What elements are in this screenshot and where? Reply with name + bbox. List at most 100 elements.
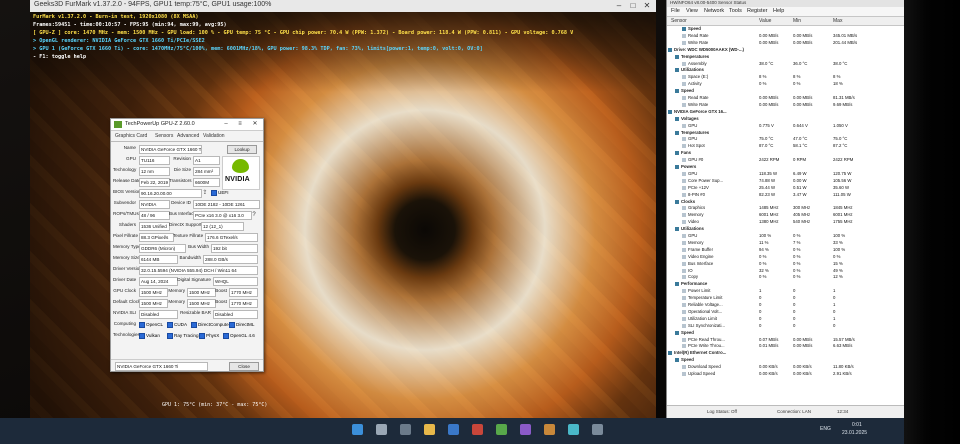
sensor-row[interactable]: Write Rate 0.00 MB/s 0.00 MB/s 201.44 MB/s — [667, 40, 905, 46]
gpuz-taskbar-icon[interactable] — [568, 424, 579, 435]
gpuz-window[interactable]: TechPowerUp GPU-Z 2.60.0 – ≡ ✕ Graphics … — [110, 118, 264, 372]
menu-register[interactable]: Register — [747, 8, 767, 14]
sensor-row[interactable]: Frame Buffer 94 % 0 % 100 % — [667, 247, 905, 253]
close-button[interactable]: Close — [229, 362, 259, 371]
sensor-row[interactable]: Power Limit 1 0 1 — [667, 288, 905, 294]
col-max[interactable]: Max — [833, 18, 842, 24]
opengl-check[interactable]: OpenGL 4.6 — [223, 333, 255, 339]
sensor-group-row[interactable]: Voltages — [667, 116, 905, 122]
uefi-checkbox[interactable]: UEFI — [211, 190, 228, 196]
vulkan-check[interactable]: Vulkan — [139, 333, 160, 339]
sensor-row[interactable]: Memory 6001 MHz 405 MHz 6001 MHz — [667, 212, 905, 218]
raytracing-check[interactable]: Ray Tracing — [167, 333, 199, 339]
close-icon[interactable]: ✕ — [248, 119, 262, 129]
sensor-group-row[interactable]: Speed — [667, 26, 905, 32]
tab-sensors[interactable]: Sensors — [155, 133, 173, 139]
sensor-row[interactable]: Reliable Voltage... 0 0 1 — [667, 302, 905, 308]
hwinfo-titlebar[interactable]: HWiNFO64 v8.00-5400 Sensor Status — [667, 0, 905, 7]
sensor-row[interactable]: Activity 0 % 0 % 18 % — [667, 81, 905, 87]
sensor-row[interactable]: Upload Speed 0.00 KB/s 0.00 KB/s 2.91 KB/s — [667, 371, 905, 377]
close-icon[interactable]: ✕ — [640, 1, 654, 11]
sensor-group-row[interactable]: Fans — [667, 150, 905, 156]
menu-network[interactable]: Network — [704, 8, 724, 14]
sensor-row[interactable]: GPU #0 2422 RPM 0 RPM 2422 RPM — [667, 157, 905, 163]
sensor-row[interactable]: PCIe Read Throu... 0.07 MB/s 0.00 MB/s 15.5… — [667, 337, 905, 343]
directcompute-check[interactable]: DirectCompute — [191, 322, 229, 328]
sensor-group-row[interactable]: Powers — [667, 164, 905, 170]
sensor-row[interactable]: IO 32 % 0 % 49 % — [667, 268, 905, 274]
search-icon[interactable] — [376, 424, 387, 435]
sensor-row[interactable]: Download Speed 0.00 KB/s 0.00 KB/s 11.80 KB… — [667, 364, 905, 370]
sensor-group-row[interactable]: Speed — [667, 88, 905, 94]
sensor-row[interactable]: Memory 11 % 7 % 33 % — [667, 240, 905, 246]
start-icon[interactable] — [352, 424, 363, 435]
hwinfo-window[interactable]: HWiNFO64 v8.00-5400 Sensor Status File V… — [666, 0, 905, 418]
sensor-row[interactable]: GPU 0.775 V 0.644 V 1.050 V — [667, 123, 905, 129]
col-value[interactable]: Value — [759, 18, 771, 24]
sensor-group-row[interactable]: Temperatures — [667, 54, 905, 60]
col-sensor[interactable]: Sensor — [671, 18, 687, 24]
menu-view[interactable]: View — [686, 8, 698, 14]
sensor-row[interactable]: PCIe Write Throu... 0.01 MB/s 0.00 MB/s 6.6… — [667, 343, 905, 349]
help-icon[interactable]: ? — [250, 210, 258, 220]
clock-date[interactable]: 23.01.2025 — [842, 430, 867, 436]
sensor-row[interactable]: Assembly 38.0 °C 36.0 °C 38.0 °C — [667, 61, 905, 67]
language-indicator[interactable]: ENG — [820, 426, 831, 432]
sensor-group-row[interactable]: Drive: WDC WD5000AAKX (WD-...) — [667, 47, 905, 53]
hwinfo-taskbar-icon[interactable] — [592, 424, 603, 435]
sensor-row[interactable]: Read Rate 0.00 MB/s 0.00 MB/s 81.31 MB/s — [667, 95, 905, 101]
physx-check[interactable]: PhysX — [199, 333, 219, 339]
sensor-row[interactable]: GPU 75.0 °C 47.0 °C 75.0 °C — [667, 136, 905, 142]
app-icon[interactable] — [472, 424, 483, 435]
sensor-row[interactable]: Temperature Limit 0 0 0 — [667, 295, 905, 301]
tab-advanced[interactable]: Advanced — [177, 133, 199, 139]
tab-validation[interactable]: Validation — [203, 133, 225, 139]
sensor-group-row[interactable]: Performance — [667, 281, 905, 287]
sensor-row[interactable]: Bus Interface 0 % 0 % 15 % — [667, 261, 905, 267]
sensor-row[interactable]: Space (E:) 8 % 8 % 8 % — [667, 74, 905, 80]
menu-file[interactable]: File — [671, 8, 680, 14]
sensor-row[interactable]: Write Rate 0.00 MB/s 0.00 MB/s 9.69 MB/s — [667, 102, 905, 108]
cuda-check[interactable]: CUDA — [167, 322, 187, 328]
share-icon[interactable]: ⇪ — [201, 188, 209, 198]
sensor-row[interactable]: SLI Synchronizati... 0 0 0 — [667, 323, 905, 329]
sensor-group-row[interactable]: NVIDIA GeForce GTX 16... — [667, 109, 905, 115]
sensor-row[interactable]: Core Power Sup... 74.88 W 0.00 W 105.56 W — [667, 178, 905, 184]
sensor-group-row[interactable]: Speed — [667, 330, 905, 336]
menu-help[interactable]: Help — [773, 8, 784, 14]
directml-check[interactable]: DirectML — [229, 322, 254, 328]
sensor-row[interactable]: Hot Spot 87.0 °C 58.1 °C 87.2 °C — [667, 143, 905, 149]
minimize-icon[interactable]: – — [612, 1, 626, 11]
tab-graphics-card[interactable]: Graphics Card — [115, 133, 147, 139]
app-icon[interactable] — [496, 424, 507, 435]
minimize-icon[interactable]: – — [219, 119, 233, 129]
gpuz-titlebar[interactable]: TechPowerUp GPU-Z 2.60.0 – ≡ ✕ — [111, 119, 263, 131]
sensor-row[interactable]: Graphics 1485 MHz 300 MHz 1845 MHz — [667, 205, 905, 211]
sensor-row[interactable]: Copy 0 % 0 % 12 % — [667, 274, 905, 280]
lookup-button[interactable]: Lookup — [227, 145, 257, 154]
sensor-group-row[interactable]: Speed — [667, 357, 905, 363]
edge-icon[interactable] — [448, 424, 459, 435]
sensor-row[interactable]: Video Engine 0 % 0 % 0 % — [667, 254, 905, 260]
sensor-group-row[interactable]: Temperatures — [667, 130, 905, 136]
sensor-row[interactable]: Utilization Limit 0 0 1 — [667, 316, 905, 322]
sensor-row[interactable]: Operational Volt... 0 0 0 — [667, 309, 905, 315]
sensor-row[interactable]: GPU 100 % 0 % 100 % — [667, 233, 905, 239]
menu-icon[interactable]: ≡ — [233, 119, 247, 129]
sensor-row[interactable]: PCIe +12V 25.44 W 0.51 W 35.60 W — [667, 185, 905, 191]
clock-time[interactable]: 0:01 — [852, 422, 862, 428]
menu-tools[interactable]: Tools — [729, 8, 742, 14]
file-explorer-icon[interactable] — [424, 424, 435, 435]
sensor-group-row[interactable]: Utilizations — [667, 67, 905, 73]
app-icon[interactable] — [520, 424, 531, 435]
opencl-check[interactable]: OpenCL — [139, 322, 163, 328]
maximize-icon[interactable]: □ — [626, 1, 640, 11]
col-min[interactable]: Min — [793, 18, 801, 24]
sensor-group-row[interactable]: Utilizations — [667, 226, 905, 232]
sensor-group-row[interactable]: Clocks — [667, 199, 905, 205]
sensor-row[interactable]: Video 1380 MHz 540 MHz 1755 MHz — [667, 219, 905, 225]
sensor-group-row[interactable]: Intel(R) Ethernet Contro... — [667, 350, 905, 356]
sensor-row[interactable]: 8-PIN #0 82.23 W 3.47 W 111.05 W — [667, 192, 905, 198]
furmark-taskbar-icon[interactable] — [544, 424, 555, 435]
gpu-select-dropdown[interactable]: NVIDIA GeForce GTX 1660 Ti — [115, 362, 208, 371]
